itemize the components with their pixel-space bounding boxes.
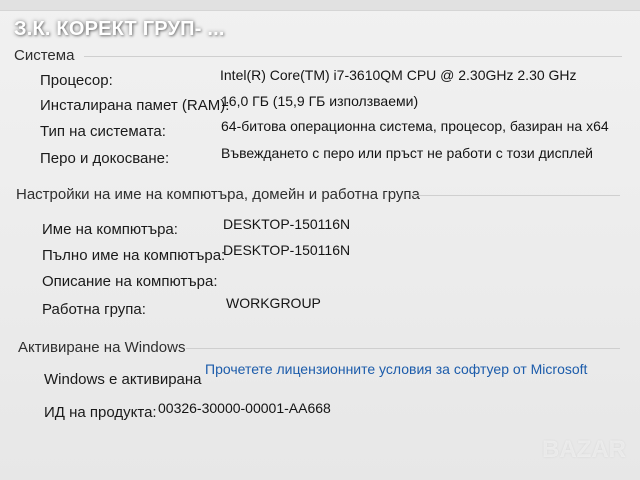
- value-full-computer-name: DESKTOP-150116N: [223, 242, 351, 258]
- value-workgroup: WORKGROUP: [226, 295, 321, 311]
- value-computer-name: DESKTOP-150116N: [223, 216, 351, 232]
- label-installed-ram: Инсталирана памет (RAM):: [40, 97, 230, 114]
- label-system-type: Тип на системата:: [40, 123, 166, 140]
- label-processor: Процесор:: [40, 72, 113, 89]
- system-properties-panel: З.К. КОРЕКТ ГРУП- ... Система Процесор: …: [0, 0, 640, 480]
- value-pen-touch: Въвеждането с перо или пръст не работи с…: [221, 145, 593, 161]
- label-windows-activated: Windows е активирана: [44, 371, 202, 388]
- label-computer-name: Име на компютъра:: [42, 221, 178, 238]
- section-heading-computer-settings: Настройки на име на компютъра, домейн и …: [16, 186, 420, 203]
- label-pen-touch: Перо и докосване:: [40, 150, 170, 167]
- section-divider-computer-settings: [411, 195, 620, 196]
- label-computer-description: Описание на компютъра:: [42, 273, 218, 290]
- license-terms-link[interactable]: Прочетете лицензионните условия за софту…: [205, 361, 587, 377]
- value-product-id: 00326-30000-00001-AA668: [158, 400, 331, 416]
- label-full-computer-name: Пълно име на компютъра:: [42, 247, 226, 264]
- top-strip: [0, 0, 640, 11]
- label-workgroup: Работна група:: [42, 301, 146, 318]
- label-product-id: ИД на продукта:: [44, 404, 157, 421]
- section-heading-system: Система: [14, 47, 75, 64]
- value-installed-ram: 16,0 ГБ (15,9 ГБ използваеми): [221, 93, 419, 109]
- watermark-bazar: BAZAR: [542, 436, 626, 463]
- value-system-type: 64-битова операционна система, процесор,…: [221, 118, 609, 134]
- value-processor: Intel(R) Core(TM) i7-3610QM CPU @ 2.30GH…: [220, 67, 577, 83]
- section-heading-activation: Активиране на Windows: [18, 339, 186, 356]
- overlay-title: З.К. КОРЕКТ ГРУП- ...: [14, 18, 225, 40]
- section-divider-activation: [186, 348, 620, 349]
- section-divider-system: [84, 56, 622, 57]
